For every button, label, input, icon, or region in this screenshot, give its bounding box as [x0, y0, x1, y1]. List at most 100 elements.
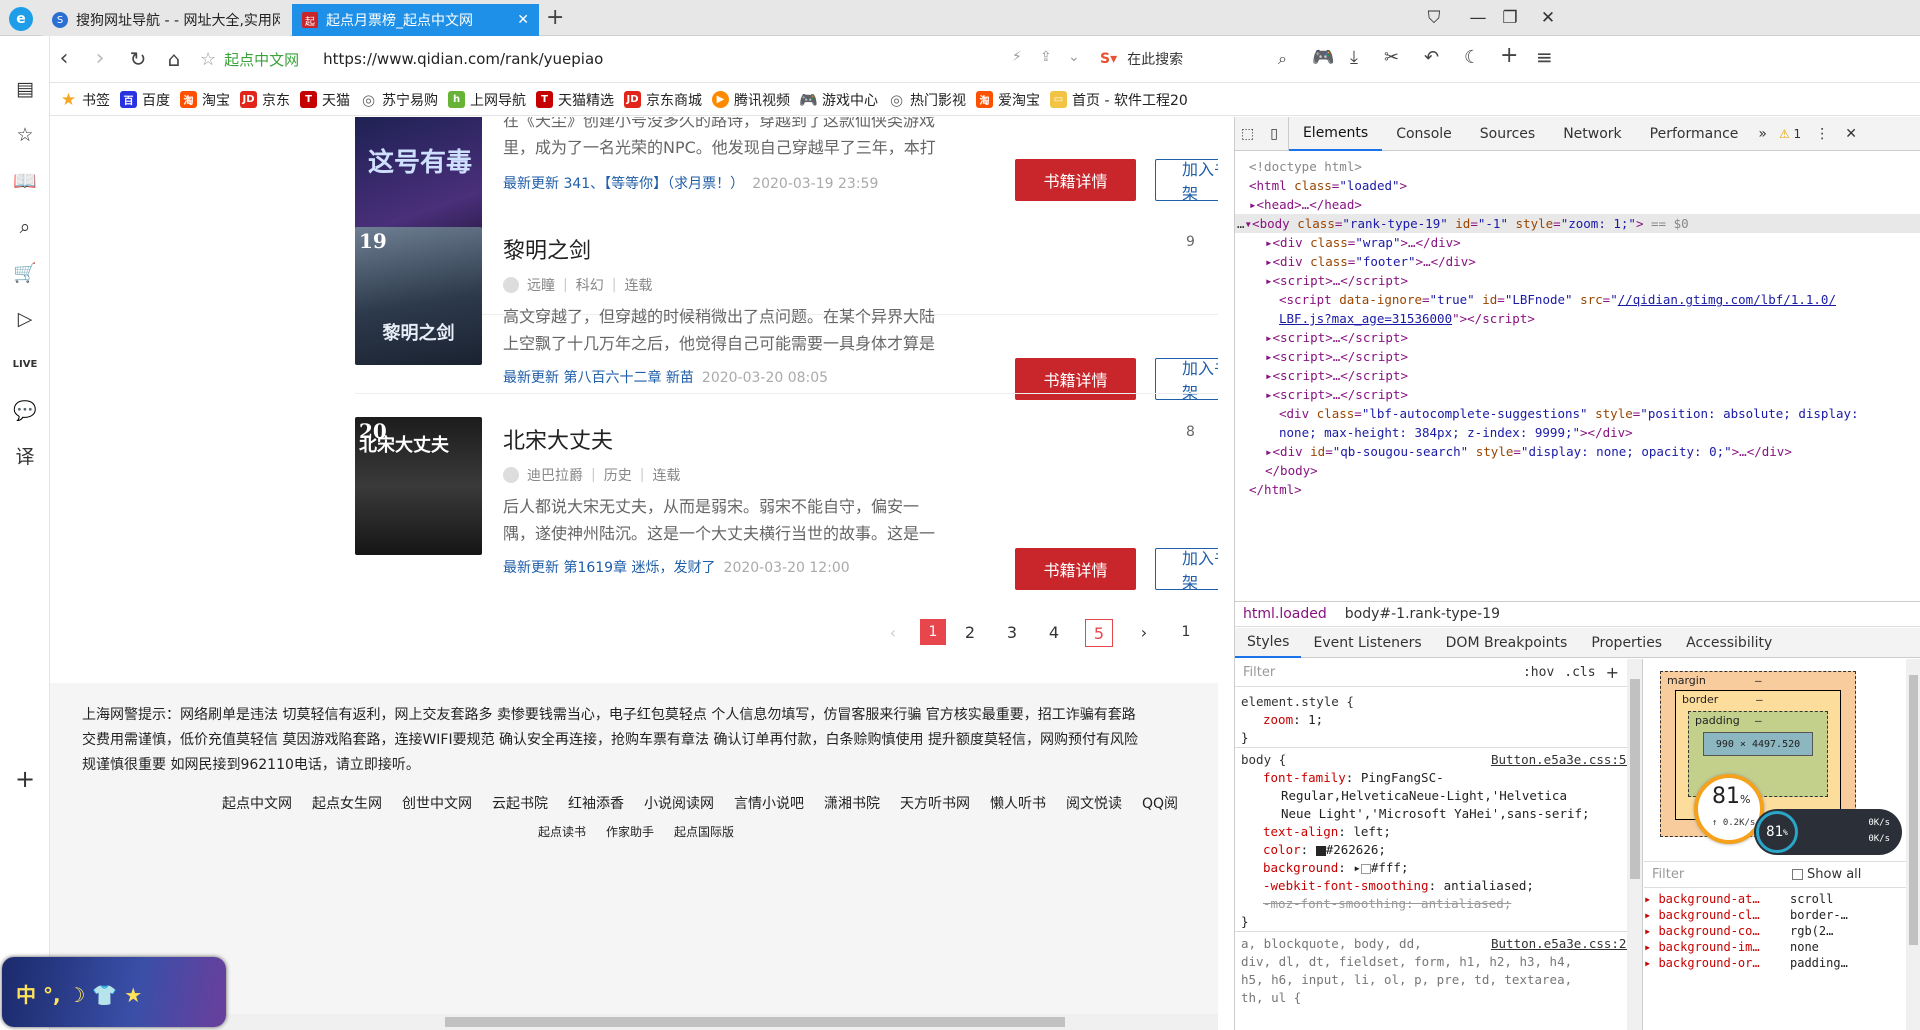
bookmark-item[interactable]: 百百度: [120, 90, 170, 110]
cart-icon[interactable]: 🛒: [12, 260, 38, 286]
star-icon[interactable]: ☆: [200, 49, 216, 70]
footer-link[interactable]: 起点读书: [538, 823, 586, 840]
undo-icon[interactable]: ↶: [1424, 47, 1439, 68]
add-sidebar-icon[interactable]: +: [12, 766, 38, 792]
skin-widget[interactable]: 中 °, ☽ 👕 ★: [2, 957, 226, 1027]
show-all-checkbox[interactable]: Show all: [1792, 867, 1861, 882]
tab-sogou[interactable]: S 搜狗网址导航 - - 网址大全,实用网址: [42, 4, 290, 36]
tab-performance[interactable]: Performance: [1636, 117, 1753, 151]
footer-link[interactable]: 言情小说吧: [734, 793, 804, 813]
net-speed-widget[interactable]: 81% 0K/s 0K/s: [1754, 809, 1902, 855]
hov-toggle[interactable]: :hov: [1523, 665, 1554, 680]
back-icon[interactable]: ‹: [50, 47, 78, 71]
footer-link[interactable]: 作家助手: [606, 823, 654, 840]
forward-icon[interactable]: ›: [86, 47, 114, 71]
bookmark-item[interactable]: ◎ 苏宁易购: [360, 90, 438, 110]
new-rule-icon[interactable]: +: [1606, 663, 1619, 682]
footer-link[interactable]: 阅文悦读: [1066, 793, 1122, 813]
live-icon[interactable]: LIVE: [12, 352, 38, 378]
book-title[interactable]: 黎明之剑: [503, 233, 591, 265]
bookmark-item[interactable]: 🎮 游戏中心: [799, 90, 878, 110]
bookmark-item[interactable]: T 天猫精选: [536, 90, 614, 110]
page-1-button[interactable]: 1: [920, 619, 946, 645]
bookmark-item[interactable]: h 上网导航: [448, 90, 526, 110]
add-shelf-button[interactable]: 加入书架: [1155, 548, 1218, 590]
tab-sources[interactable]: Sources: [1466, 117, 1549, 151]
close-devtools-icon[interactable]: ✕: [1837, 117, 1865, 151]
styles-scrollbar[interactable]: [1627, 659, 1642, 1030]
video-icon[interactable]: ▷: [12, 306, 38, 332]
tab-event-listeners[interactable]: Event Listeners: [1301, 628, 1433, 658]
reader-icon[interactable]: 📖: [12, 168, 38, 194]
chevron-down-icon[interactable]: ⌄: [1068, 49, 1080, 65]
search-icon[interactable]: ⌕: [12, 214, 38, 240]
body-node[interactable]: …▾<body class="rank-type-19" id="-1" sty…: [1237, 214, 1689, 233]
page-jump-input[interactable]: 1: [1156, 617, 1216, 647]
cls-toggle[interactable]: .cls: [1564, 665, 1595, 680]
bookmark-item[interactable]: ◎ 热门影视: [888, 90, 966, 110]
add-icon[interactable]: +: [1500, 43, 1518, 68]
lightning-icon[interactable]: ⚡: [1012, 49, 1022, 65]
menu-icon[interactable]: ≡: [1536, 45, 1553, 69]
book-update[interactable]: 最新更新 341、【等等你】（求月票！） 2020-03-19 23:59: [503, 173, 878, 193]
bookmark-item[interactable]: 淘爱淘宝: [976, 90, 1040, 110]
add-shelf-button[interactable]: 加入书架: [1155, 159, 1218, 201]
bookmark-item[interactable]: JD 京东商城: [624, 90, 702, 110]
footer-link[interactable]: 起点中文网: [222, 793, 292, 813]
footer-link[interactable]: 小说阅读网: [644, 793, 714, 813]
head-node[interactable]: ▸<head>…</head>: [1249, 195, 1362, 214]
gamepad-icon[interactable]: 🎮: [1312, 47, 1334, 68]
close-tab-icon[interactable]: ✕: [509, 12, 529, 28]
close-window-icon[interactable]: ✕: [1536, 8, 1560, 28]
search-box[interactable]: S▾ 在此搜索: [1100, 43, 1290, 75]
styles-filter[interactable]: Filter :hov .cls +: [1235, 659, 1627, 687]
book-cover[interactable]: 19 黎明之剑: [355, 227, 482, 365]
page-5-button[interactable]: 5: [1085, 619, 1113, 647]
tab-accessibility[interactable]: Accessibility: [1674, 628, 1784, 658]
book-detail-button[interactable]: 书籍详情: [1015, 548, 1136, 590]
chat-icon[interactable]: 💬: [12, 398, 38, 424]
book-update[interactable]: 最新更新 第八百六十二章 新苗 2020-03-20 08:05: [503, 367, 828, 387]
horizontal-scrollbar[interactable]: [180, 1014, 1218, 1030]
book-detail-button[interactable]: 书籍详情: [1015, 159, 1136, 201]
next-page-button[interactable]: ›: [1129, 617, 1159, 647]
bookmark-item[interactable]: ★ 书签: [60, 90, 110, 110]
translate-icon[interactable]: 译: [12, 444, 38, 470]
scissors-icon[interactable]: ✂: [1384, 47, 1399, 68]
minimize-icon[interactable]: —: [1466, 8, 1490, 28]
tab-properties[interactable]: Properties: [1579, 628, 1674, 658]
bookmark-item[interactable]: JD 京东: [240, 90, 290, 110]
tab-console[interactable]: Console: [1382, 117, 1466, 151]
address-field[interactable]: ☆ 起点中文网 https://www.qidian.com/rank/yuep…: [200, 41, 1080, 77]
new-tab-icon[interactable]: +: [546, 5, 564, 30]
tab-network[interactable]: Network: [1549, 117, 1635, 151]
download-icon[interactable]: ⤓: [1350, 47, 1358, 68]
book-cover[interactable]: 20 北宋大丈夫: [355, 417, 482, 555]
page-3-button[interactable]: 3: [997, 617, 1027, 647]
inspect-icon[interactable]: ⬚: [1235, 117, 1260, 151]
tab-styles[interactable]: Styles: [1235, 628, 1302, 658]
favorites-icon[interactable]: ☆: [12, 122, 38, 148]
footer-link[interactable]: 云起书院: [492, 793, 548, 813]
footer-link[interactable]: 天方听书网: [900, 793, 970, 813]
bookmark-item[interactable]: 淘淘宝: [180, 90, 230, 110]
crumb-body[interactable]: body#-1.rank-type-19: [1345, 606, 1500, 622]
bookmark-item[interactable]: ▭ 首页 - 软件工程20: [1050, 90, 1188, 110]
book-update[interactable]: 最新更新 第1619章 迷烁，发财了 2020-03-20 12:00: [503, 557, 850, 577]
home-icon[interactable]: ⌂: [160, 47, 188, 71]
computed-filter[interactable]: Filter: [1652, 867, 1684, 882]
footer-link[interactable]: 起点女生网: [312, 793, 382, 813]
more-tabs-icon[interactable]: »: [1752, 117, 1773, 151]
warning-badge[interactable]: ⚠ 1: [1773, 117, 1807, 151]
search-input[interactable]: 在此搜索: [1127, 49, 1183, 69]
search-icon[interactable]: ⌕: [1278, 49, 1287, 69]
footer-link[interactable]: 潇湘书院: [824, 793, 880, 813]
maximize-icon[interactable]: ❐: [1498, 8, 1522, 28]
page-4-button[interactable]: 4: [1039, 617, 1069, 647]
kebab-menu-icon[interactable]: ⋮: [1807, 117, 1837, 151]
share-icon[interactable]: ⇪: [1040, 49, 1052, 65]
bookmark-item[interactable]: ▶ 腾讯视频: [712, 90, 790, 110]
footer-link[interactable]: QQ阅: [1142, 793, 1178, 813]
tab-elements[interactable]: Elements: [1288, 117, 1383, 151]
footer-link[interactable]: 创世中文网: [402, 793, 472, 813]
